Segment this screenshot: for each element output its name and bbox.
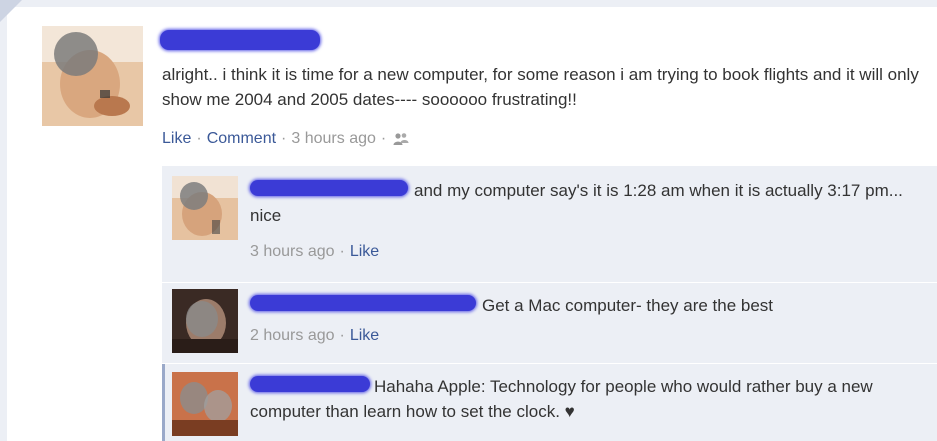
- page-corner: [0, 0, 22, 22]
- post-timestamp[interactable]: 3 hours ago: [291, 130, 376, 147]
- post-comment-link[interactable]: Comment: [207, 130, 276, 147]
- comment-item: Get a Mac computer- they are the best 2 …: [162, 283, 937, 363]
- people-icon[interactable]: [393, 131, 409, 153]
- comment-author-avatar[interactable]: [172, 372, 238, 436]
- comment-like-link[interactable]: Like: [350, 327, 379, 344]
- comment-text: Hahaha Apple: Technology for people who …: [250, 377, 873, 421]
- post-actions-bar: Like · Comment · 3 hours ago ·: [162, 128, 409, 153]
- frame-top-border: [0, 0, 937, 7]
- comment-like-link[interactable]: Like: [350, 243, 379, 260]
- separator-dot: ·: [380, 130, 387, 147]
- comment-meta: 3 hours ago · Like: [250, 241, 379, 263]
- comment-author-avatar[interactable]: [172, 289, 238, 353]
- comment-timestamp[interactable]: 2 hours ago: [250, 327, 335, 344]
- comment-item: Hahaha Apple: Technology for people who …: [162, 364, 937, 441]
- separator-dot: ·: [196, 130, 202, 147]
- post-author-name[interactable]: [160, 30, 320, 50]
- post-author-avatar[interactable]: [42, 26, 143, 126]
- post-message: alright.. i think it is time for a new c…: [162, 65, 924, 109]
- separator-dot: ·: [281, 130, 287, 147]
- frame-left-border: [0, 0, 7, 441]
- post-like-link[interactable]: Like: [162, 130, 191, 147]
- comment-author-name[interactable]: [250, 295, 476, 311]
- separator-dot: ·: [339, 243, 345, 260]
- comment-text: Get a Mac computer- they are the best: [482, 296, 774, 315]
- comments-list: and my computer say's it is 1:28 am when…: [162, 166, 937, 441]
- comment-item: and my computer say's it is 1:28 am when…: [162, 166, 937, 282]
- separator-dot: ·: [339, 327, 345, 344]
- comment-text: and my computer say's it is 1:28 am when…: [250, 181, 903, 225]
- comment-author-avatar[interactable]: [172, 176, 238, 240]
- comment-timestamp[interactable]: 3 hours ago: [250, 243, 335, 260]
- comment-meta: 2 hours ago · Like: [250, 325, 379, 347]
